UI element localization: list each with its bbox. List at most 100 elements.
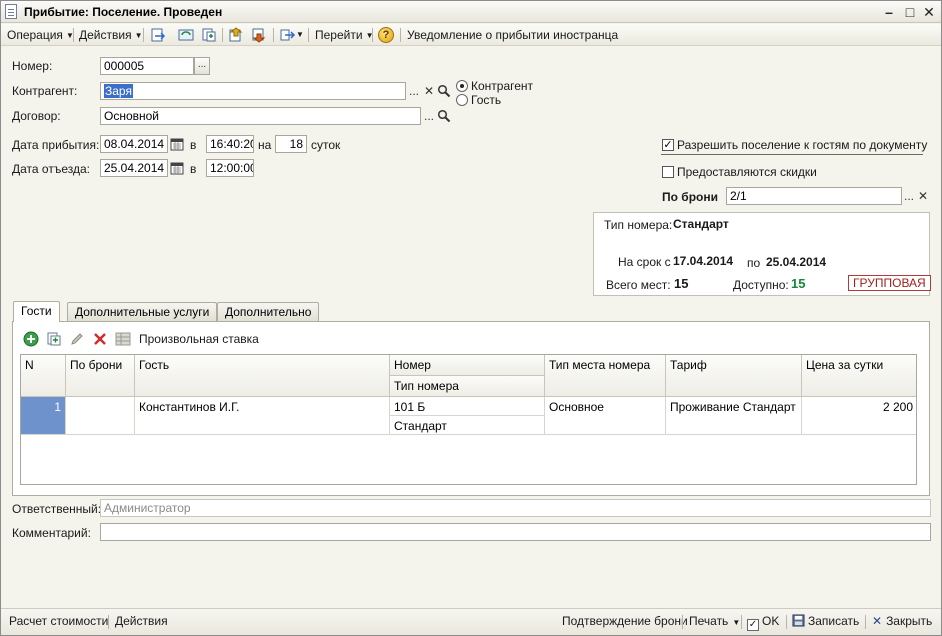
allow-checkin-underline (661, 154, 923, 155)
room-type-label: Тип номера: (604, 218, 673, 232)
tab-additional[interactable]: Дополнительно (217, 302, 320, 321)
post-icon[interactable] (150, 27, 166, 43)
ok-button-label: OK (762, 614, 780, 628)
booking-label: По брони (662, 190, 718, 204)
actions-menu[interactable]: Действия ▼ (79, 24, 143, 46)
col-header-room[interactable]: Номер (390, 355, 545, 376)
move-down-icon[interactable] (251, 27, 267, 43)
print-menu[interactable]: Печать ▼ (689, 614, 740, 628)
contragent-label: Контрагент: (12, 84, 78, 98)
booking-clear-icon[interactable]: ✕ (916, 187, 930, 205)
number-select-button[interactable]: ... (194, 57, 210, 75)
radio-contragent[interactable] (456, 80, 468, 92)
close-button-label: Закрыть (886, 614, 933, 628)
col-header-n[interactable]: N (21, 355, 66, 397)
document-icon (5, 4, 17, 19)
room-type-value: Стандарт (673, 217, 729, 231)
departure-calendar-icon[interactable] (170, 161, 184, 175)
col-header-place-type[interactable]: Тип места номера (545, 355, 666, 397)
nights-field[interactable]: 18 (275, 135, 307, 153)
cell-tariff[interactable]: Проживание Стандарт (666, 397, 802, 435)
radio-contragent-label: Контрагент (471, 79, 534, 93)
booking-select-button[interactable]: ... (902, 187, 916, 205)
col-header-price[interactable]: Цена за сутки (802, 355, 916, 397)
copy-icon[interactable] (201, 27, 217, 43)
col-header-tariff[interactable]: Тариф (666, 355, 802, 397)
discounts-checkbox[interactable] (662, 166, 674, 178)
calendar-icon[interactable] (170, 137, 184, 151)
save-button-label: Записать (808, 614, 860, 628)
radio-guest[interactable] (456, 94, 468, 106)
calc-cost-button[interactable]: Расчет стоимости (9, 614, 108, 628)
contract-select-button[interactable]: ... (421, 107, 437, 125)
tab-extra-services[interactable]: Дополнительные услуги (67, 302, 218, 321)
main-toolbar: Операция ▼ Действия ▼ ▼ Перейти ▼ ? Уведомл… (1, 24, 941, 46)
minimize-icon[interactable]: – (881, 4, 897, 20)
comment-label: Комментарий: (12, 526, 91, 540)
clear-icon[interactable]: ✕ (422, 82, 436, 100)
col-header-guest[interactable]: Гость (135, 355, 390, 397)
contract-label: Договор: (12, 109, 61, 123)
cell-room-type[interactable]: Стандарт (390, 416, 545, 435)
contragent-select-button[interactable]: ... (406, 82, 422, 100)
custom-rate-button[interactable]: Произвольная ставка (139, 332, 259, 346)
tab-guests[interactable]: Гости (13, 301, 60, 322)
structure-icon[interactable] (280, 27, 296, 43)
ok-button[interactable]: ✓ OK (747, 614, 779, 631)
comment-field[interactable] (100, 523, 931, 541)
nights-on-label: на (258, 138, 272, 152)
period-label: На срок с (618, 255, 671, 269)
footer-toolbar: Расчет стоимости Действия Подтверждение … (1, 608, 941, 635)
foreigner-notice-button[interactable]: Уведомление о прибытии иностранца (407, 24, 618, 46)
cell-price[interactable]: 2 200 (802, 397, 916, 435)
refresh-icon[interactable] (178, 27, 194, 43)
col-header-booking[interactable]: По брони (66, 355, 135, 397)
document-window: Прибытие: Поселение. Проведен – □ ✕ Опер… (0, 0, 942, 636)
contract-search-icon[interactable] (437, 109, 451, 123)
cell-n[interactable]: 1 (21, 397, 66, 435)
confirm-booking-button[interactable]: Подтверждение брони (562, 614, 688, 628)
allow-checkin-checkbox[interactable]: ✓ (662, 139, 674, 151)
departure-time-field[interactable]: 12:00:00 (206, 159, 254, 177)
cell-guest[interactable]: Константинов И.Г. (135, 397, 390, 435)
arrival-date-label: Дата прибытия: (12, 138, 100, 152)
arrival-in-label: в (190, 138, 197, 152)
close-icon[interactable]: ✕ (921, 4, 937, 20)
search-icon[interactable] (437, 84, 451, 98)
close-x-icon: ✕ (872, 614, 883, 628)
footer-actions-button[interactable]: Действия (115, 614, 168, 628)
goto-menu[interactable]: Перейти ▼ (315, 24, 373, 46)
departure-date-field[interactable]: 25.04.2014 (100, 159, 168, 177)
add-icon[interactable] (23, 331, 39, 347)
copy-row-icon[interactable] (46, 331, 62, 347)
operation-menu[interactable]: Операция ▼ (7, 24, 74, 46)
days-label: суток (311, 138, 341, 152)
maximize-icon[interactable]: □ (902, 4, 918, 20)
cell-booking[interactable] (66, 397, 135, 435)
delete-icon[interactable] (92, 331, 108, 347)
number-field[interactable]: 000005 (100, 57, 194, 75)
responsible-field[interactable]: Администратор (100, 499, 931, 517)
contragent-value: Заря (104, 84, 133, 98)
close-button[interactable]: ✕ Закрыть (872, 614, 932, 628)
save-button[interactable]: Записать (792, 614, 859, 628)
cell-room[interactable]: 101 Б (390, 397, 545, 416)
ok-check-icon: ✓ (747, 619, 759, 631)
arrival-date-field[interactable]: 08.04.2014 (100, 135, 168, 153)
move-up-icon[interactable] (228, 27, 244, 43)
print-menu-label: Печать (689, 614, 729, 628)
booking-field[interactable]: 2/1 (726, 187, 902, 205)
cell-place-type[interactable]: Основное (545, 397, 666, 435)
available-value: 15 (791, 276, 806, 291)
col-header-room-type[interactable]: Тип номера (390, 376, 545, 397)
allow-checkin-label: Разрешить поселение к гостям по документ… (677, 138, 928, 152)
help-icon[interactable]: ? (378, 27, 394, 43)
actions-menu-label: Действия (79, 28, 132, 42)
arrival-time-field[interactable]: 16:40:20 (206, 135, 254, 153)
period-to-value: 25.04.2014 (766, 255, 827, 269)
contract-field[interactable]: Основной (100, 107, 421, 125)
edit-icon[interactable] (69, 331, 85, 347)
contragent-field[interactable]: Заря (100, 82, 406, 100)
table-settings-icon[interactable] (115, 331, 131, 347)
structure-dropdown-icon[interactable]: ▼ (296, 24, 304, 46)
